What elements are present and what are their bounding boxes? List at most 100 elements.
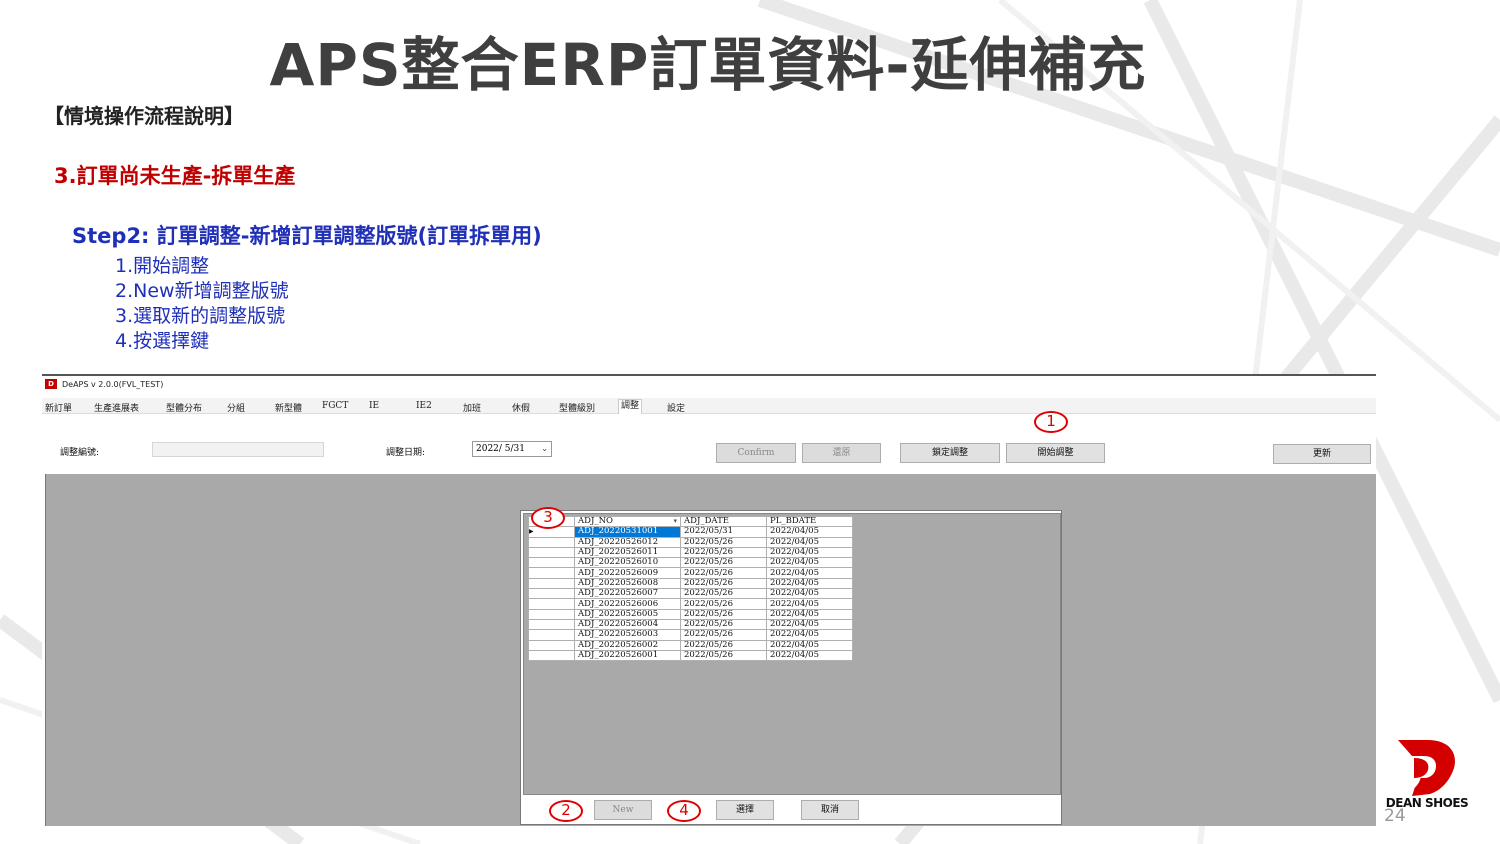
table-row[interactable]: ADJ_20220526008 2022/05/26 2022/04/05 [528, 577, 853, 590]
table-row[interactable]: ADJ_20220526010 2022/05/26 2022/04/05 [528, 557, 853, 569]
table-cell[interactable]: ADJ_20220526007 [574, 588, 681, 600]
tab-adjust[interactable]: 調整 [618, 399, 643, 414]
table-row[interactable]: ADJ_20220526004 2022/05/26 2022/04/05 [528, 618, 853, 631]
adj-no-field[interactable] [152, 442, 324, 457]
table-cell[interactable]: ADJ_20220531001 [574, 526, 681, 538]
table-cell[interactable]: 2022/05/26 [680, 639, 767, 651]
table-cell[interactable]: 2022/05/26 [680, 557, 767, 569]
table-row[interactable]: ADJ_20220526012 2022/05/26 2022/04/05 [528, 536, 853, 548]
table-cell[interactable]: ADJ_20220526001 [574, 649, 681, 662]
table-cell[interactable]: 2022/04/05 [766, 639, 853, 651]
table-cell[interactable]: 2022/05/26 [680, 608, 767, 620]
table-cell[interactable]: ADJ_20220526005 [574, 608, 681, 620]
table-row[interactable]: ADJ_20220526005 2022/05/26 2022/04/05 [528, 608, 853, 620]
grid-container: ADJ_NO ▾ ADJ_DATE PL_BDATE ▶ ADJ_202205310… [523, 513, 1061, 795]
menu-item-leave[interactable]: 休假 [512, 401, 530, 414]
table-cell[interactable]: 2022/04/05 [766, 577, 853, 590]
cancel-button[interactable]: 取消 [801, 800, 859, 820]
table-row[interactable]: ADJ_20220526011 2022/05/26 2022/04/05 [528, 546, 853, 559]
row-header[interactable] [528, 536, 575, 548]
table-row[interactable]: ADJ_20220526009 2022/05/26 2022/04/05 [528, 567, 853, 579]
row-header[interactable] [528, 639, 575, 651]
column-header-adj-no[interactable]: ADJ_NO ▾ [574, 515, 681, 528]
table-cell[interactable]: ADJ_20220526006 [574, 598, 681, 610]
menu-item-ie2[interactable]: IE2 [416, 401, 432, 411]
refresh-button[interactable]: 更新 [1273, 444, 1371, 464]
column-header-adj-date[interactable]: ADJ_DATE [680, 515, 767, 528]
case-title: 3.訂單尚未生產-拆單生產 [54, 164, 296, 188]
adj-date-value: 2022/ 5/31 [476, 444, 526, 454]
adjust-version-dialog: ADJ_NO ▾ ADJ_DATE PL_BDATE ▶ ADJ_202205310… [520, 510, 1062, 825]
table-cell[interactable]: ADJ_20220526004 [574, 618, 681, 631]
table-cell[interactable]: ADJ_20220526010 [574, 557, 681, 569]
row-header[interactable] [528, 649, 575, 662]
menu-item-model-distribution[interactable]: 型體分布 [166, 401, 202, 414]
menu-bar: 新訂單 生產進展表 型體分布 分組 新型體 FGCT IE IE2 加班 休假 … [42, 398, 1376, 414]
table-cell[interactable]: 2022/05/26 [680, 649, 767, 662]
dean-shoes-logo-icon [1398, 740, 1455, 796]
step-list: 1.開始調整 2.New新增調整版號 3.選取新的調整版號 4.按選擇鍵 [115, 254, 289, 354]
row-header[interactable] [528, 567, 575, 579]
step-title: Step2: 訂單調整-新增訂單調整版號(訂單拆單用) [72, 224, 542, 248]
row-header[interactable] [528, 629, 575, 641]
menu-item-overtime[interactable]: 加班 [463, 401, 481, 414]
table-cell[interactable]: 2022/05/26 [680, 567, 767, 579]
table-cell[interactable]: 2022/04/05 [766, 608, 853, 620]
table-cell[interactable]: ADJ_20220526003 [574, 629, 681, 641]
row-header[interactable] [528, 588, 575, 600]
menu-item-model-level[interactable]: 型體級別 [559, 401, 595, 414]
table-row[interactable]: ▶ ADJ_20220531001 2022/05/31 2022/04/05 [528, 526, 853, 538]
table-cell[interactable]: ADJ_20220526012 [574, 536, 681, 548]
table-cell[interactable]: 2022/05/26 [680, 577, 767, 590]
table-cell[interactable]: ADJ_20220526002 [574, 639, 681, 651]
table-cell[interactable]: ADJ_20220526008 [574, 577, 681, 590]
table-cell[interactable]: 2022/05/26 [680, 618, 767, 631]
table-cell[interactable]: 2022/04/05 [766, 629, 853, 641]
table-row[interactable]: ADJ_20220526001 2022/05/26 2022/04/05 [528, 649, 853, 662]
table-cell[interactable]: 2022/04/05 [766, 546, 853, 559]
row-header[interactable] [528, 608, 575, 620]
chevron-down-icon[interactable]: ⌄ [541, 442, 548, 456]
menu-item-grouping[interactable]: 分組 [227, 401, 245, 414]
table-row[interactable]: ADJ_20220526007 2022/05/26 2022/04/05 [528, 588, 853, 600]
menu-item-progress[interactable]: 生產進展表 [94, 401, 139, 414]
table-cell[interactable]: 2022/04/05 [766, 598, 853, 610]
table-cell[interactable]: 2022/04/05 [766, 618, 853, 631]
row-header[interactable] [528, 577, 575, 590]
table-cell[interactable]: 2022/05/26 [680, 588, 767, 600]
table-cell[interactable]: 2022/05/31 [680, 526, 767, 538]
table-cell[interactable]: 2022/05/26 [680, 598, 767, 610]
table-row[interactable]: ADJ_20220526002 2022/05/26 2022/04/05 [528, 639, 853, 651]
table-row[interactable]: ADJ_20220526006 2022/05/26 2022/04/05 [528, 598, 853, 610]
table-cell[interactable]: 2022/05/26 [680, 546, 767, 559]
restore-button[interactable]: 還原 [802, 443, 881, 463]
select-button[interactable]: 選擇 [716, 800, 774, 820]
table-cell[interactable]: 2022/04/05 [766, 649, 853, 662]
confirm-button[interactable]: Confirm [716, 443, 796, 463]
table-cell[interactable]: ADJ_20220526011 [574, 546, 681, 559]
menu-item-settings[interactable]: 設定 [667, 401, 685, 414]
new-button[interactable]: New [594, 800, 652, 820]
row-header[interactable] [528, 618, 575, 631]
menu-item-new-model[interactable]: 新型體 [275, 401, 302, 414]
table-cell[interactable]: 2022/04/05 [766, 567, 853, 579]
slide-title: APS整合ERP訂單資料-延伸補充 [269, 31, 1147, 99]
column-header-pl-bdate[interactable]: PL_BDATE [766, 515, 853, 528]
table-cell[interactable]: 2022/04/05 [766, 536, 853, 548]
menu-item-ie[interactable]: IE [369, 401, 379, 411]
menu-item-new-order[interactable]: 新訂單 [45, 401, 72, 414]
table-row[interactable]: ADJ_20220526003 2022/05/26 2022/04/05 [528, 629, 853, 641]
lock-adjust-button[interactable]: 鎖定調整 [900, 443, 1000, 463]
row-header[interactable] [528, 598, 575, 610]
row-header[interactable] [528, 557, 575, 569]
menu-item-fgct[interactable]: FGCT [322, 401, 348, 411]
table-cell[interactable]: 2022/04/05 [766, 588, 853, 600]
table-cell[interactable]: ADJ_20220526009 [574, 567, 681, 579]
row-header[interactable] [528, 546, 575, 559]
table-cell[interactable]: 2022/04/05 [766, 526, 853, 538]
adj-date-picker[interactable]: 2022/ 5/31 ⌄ [472, 441, 552, 457]
table-cell[interactable]: 2022/04/05 [766, 557, 853, 569]
table-cell[interactable]: 2022/05/26 [680, 629, 767, 641]
table-cell[interactable]: 2022/05/26 [680, 536, 767, 548]
start-adjust-button[interactable]: 開始調整 [1006, 443, 1105, 463]
